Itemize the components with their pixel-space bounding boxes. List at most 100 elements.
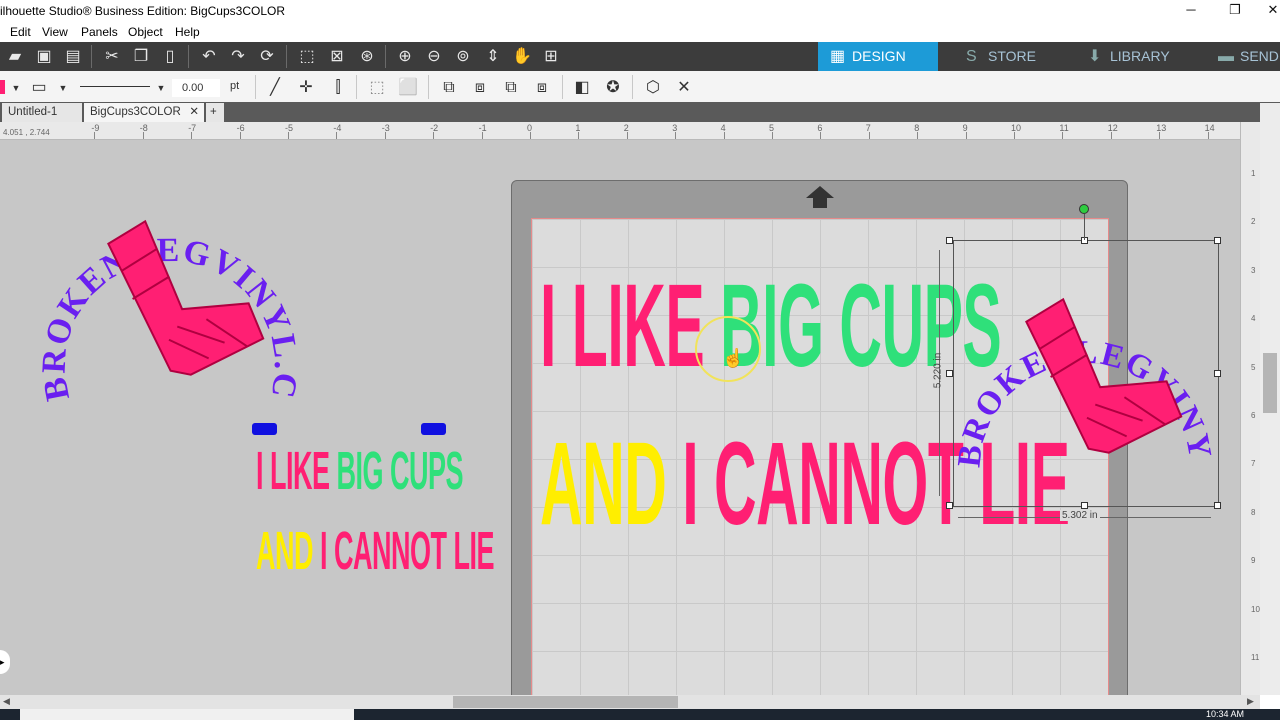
zoom-select-icon[interactable]: ⊚ bbox=[452, 46, 474, 68]
doc-tab-label: Untitled-1 bbox=[8, 106, 58, 118]
align-icon[interactable]: ⫿ bbox=[327, 77, 349, 99]
ruler-tick bbox=[1159, 132, 1161, 139]
ruler-tick bbox=[142, 132, 144, 139]
toolbar-divider bbox=[91, 45, 92, 68]
registration-mark[interactable] bbox=[421, 423, 446, 435]
chevron-down-icon[interactable]: ▼ bbox=[52, 77, 74, 99]
fit-to-page-icon[interactable]: ⊞ bbox=[540, 46, 562, 68]
eraser-icon[interactable]: ◧ bbox=[571, 77, 593, 99]
small-line2-text[interactable]: AND I CANNOT LIE bbox=[256, 520, 495, 582]
window-title: ilhouette Studio® Business Edition: BigC… bbox=[0, 4, 285, 18]
bring-forward-icon[interactable]: ⧉ bbox=[438, 77, 460, 99]
ruler-tick bbox=[530, 132, 531, 139]
scroll-right-icon[interactable]: ▶ bbox=[1247, 696, 1254, 707]
open-folder-icon[interactable]: ▰ bbox=[4, 46, 26, 68]
menu-help[interactable]: Help bbox=[175, 25, 200, 39]
feed-direction-arrow-stem bbox=[813, 198, 827, 208]
tab-design[interactable]: ▦ DESIGN bbox=[818, 42, 938, 71]
undo-icon[interactable]: ↶ bbox=[198, 46, 220, 68]
resize-handle[interactable] bbox=[1214, 502, 1221, 509]
doc-tab-bigcups[interactable]: BigCups3COLOR ✕ bbox=[84, 103, 204, 122]
favorites-star-icon[interactable]: ✪ bbox=[602, 77, 624, 99]
ungroup-icon[interactable]: ⬜ bbox=[397, 77, 419, 99]
line-style-preview[interactable] bbox=[80, 86, 150, 87]
close-tab-icon[interactable]: ✕ bbox=[189, 103, 199, 122]
select-all-icon[interactable]: ⬚ bbox=[296, 46, 318, 68]
vertical-ruler[interactable]: 1 2 3 4 5 6 7 8 9 10 11 bbox=[1240, 122, 1260, 695]
menu-view[interactable]: View bbox=[42, 25, 68, 39]
selected-logo[interactable]: BROKENLEGVINYL.COM bbox=[940, 236, 1225, 511]
zoom-in-icon[interactable]: ⊕ bbox=[394, 46, 416, 68]
line-tool-icon[interactable]: ╱ bbox=[264, 77, 286, 99]
vertical-scroll-thumb[interactable] bbox=[1263, 353, 1277, 413]
3d-box-icon[interactable]: ⬡ bbox=[642, 77, 664, 99]
tab-library[interactable]: ⬇ LIBRARY bbox=[1076, 42, 1196, 71]
rotate-handle-line bbox=[1084, 214, 1085, 240]
line-width-unit: pt bbox=[230, 80, 240, 92]
resize-handle[interactable] bbox=[1081, 502, 1088, 509]
small-line1-text[interactable]: I LIKE BIG CUPS bbox=[256, 440, 464, 502]
vertical-scrollbar[interactable] bbox=[1260, 103, 1280, 695]
close-window-button[interactable]: ✕ bbox=[1258, 2, 1280, 18]
add-tab-button[interactable]: + bbox=[206, 103, 224, 122]
rectangle-shape-icon[interactable]: ▭ bbox=[28, 77, 50, 99]
vruler-number: 6 bbox=[1251, 411, 1256, 420]
ruler-tick bbox=[481, 132, 483, 139]
scroll-left-icon[interactable]: ◀ bbox=[3, 696, 10, 707]
deselect-icon[interactable]: ⊠ bbox=[326, 46, 348, 68]
save-icon[interactable]: ▣ bbox=[33, 46, 55, 68]
registration-mark[interactable] bbox=[252, 423, 277, 435]
drag-view-icon[interactable]: ⇕ bbox=[482, 46, 504, 68]
chevron-down-icon[interactable]: ▼ bbox=[5, 77, 27, 99]
move-icon[interactable]: ✛ bbox=[295, 77, 317, 99]
taskbar-clock: 10:34 AM bbox=[1205, 709, 1244, 719]
maximize-button[interactable]: ❐ bbox=[1220, 2, 1250, 18]
resize-handle[interactable] bbox=[946, 370, 953, 377]
menu-panels[interactable]: Panels bbox=[81, 25, 118, 39]
tab-store[interactable]: S STORE bbox=[954, 42, 1064, 71]
horizontal-scrollbar[interactable]: ◀ ▶ bbox=[0, 695, 1260, 709]
doc-tab-untitled[interactable]: Untitled-1 bbox=[2, 103, 82, 122]
group-icon[interactable]: ⬚ bbox=[366, 77, 388, 99]
design-canvas[interactable]: BROKENLEGVINYL.COM I LIKE BIG CUPS AND I… bbox=[0, 140, 1240, 695]
grid-icon: ▦ bbox=[830, 48, 846, 65]
print-icon[interactable]: ▤ bbox=[62, 46, 84, 68]
tab-send[interactable]: ▬ SEND bbox=[1206, 42, 1280, 71]
toolbar-divider bbox=[188, 45, 189, 68]
resize-handle[interactable] bbox=[946, 502, 953, 509]
rotate-handle[interactable] bbox=[1079, 204, 1089, 214]
bring-to-front-icon[interactable]: ⧉ bbox=[500, 77, 522, 99]
horizontal-scroll-thumb[interactable] bbox=[453, 696, 678, 708]
select-by-color-icon[interactable]: ⊛ bbox=[356, 46, 378, 68]
menu-object[interactable]: Object bbox=[128, 25, 163, 39]
close-x-icon[interactable]: ✕ bbox=[673, 77, 695, 99]
minimize-button[interactable]: ─ bbox=[1176, 2, 1206, 17]
send-to-back-icon[interactable]: ⧈ bbox=[531, 77, 553, 99]
ruler-number: -1 bbox=[478, 123, 487, 133]
toolbar-divider bbox=[428, 75, 429, 99]
zoom-out-icon[interactable]: ⊖ bbox=[423, 46, 445, 68]
line-width-input[interactable]: 0.00 bbox=[172, 79, 220, 97]
resize-handle[interactable] bbox=[946, 237, 953, 244]
text-segment-pink: I LIKE bbox=[540, 260, 721, 392]
horizontal-ruler[interactable]: 4.051 , 2.744 -9 -8 -7 -6 -5 -4 -3 -2 -1 0 1 2 3 4 5 6 7… bbox=[0, 122, 1240, 140]
ruler-tick bbox=[723, 132, 725, 139]
pan-hand-icon[interactable]: ✋ bbox=[511, 46, 533, 68]
left-logo[interactable]: BROKENLEGVINYL.COM bbox=[30, 160, 310, 440]
ruler-tick bbox=[288, 132, 289, 139]
paste-icon[interactable]: ▯ bbox=[159, 46, 181, 68]
resize-handle[interactable] bbox=[1214, 370, 1221, 377]
tab-library-label: LIBRARY bbox=[1110, 48, 1170, 64]
panel-expand-icon[interactable]: ▸ bbox=[0, 650, 10, 674]
chevron-down-icon[interactable]: ▼ bbox=[150, 77, 172, 99]
copy-icon[interactable]: ❐ bbox=[130, 46, 152, 68]
menu-edit[interactable]: Edit bbox=[10, 25, 31, 39]
cut-icon[interactable]: ✂ bbox=[101, 46, 123, 68]
send-backward-icon[interactable]: ⧈ bbox=[469, 77, 491, 99]
ruler-tick bbox=[917, 132, 919, 139]
resize-handle[interactable] bbox=[1214, 237, 1221, 244]
redraw-icon[interactable]: ⟳ bbox=[256, 46, 278, 68]
redo-icon[interactable]: ↷ bbox=[227, 46, 249, 68]
taskbar-search[interactable] bbox=[20, 709, 354, 720]
doc-tab-label: BigCups3COLOR bbox=[90, 106, 181, 118]
